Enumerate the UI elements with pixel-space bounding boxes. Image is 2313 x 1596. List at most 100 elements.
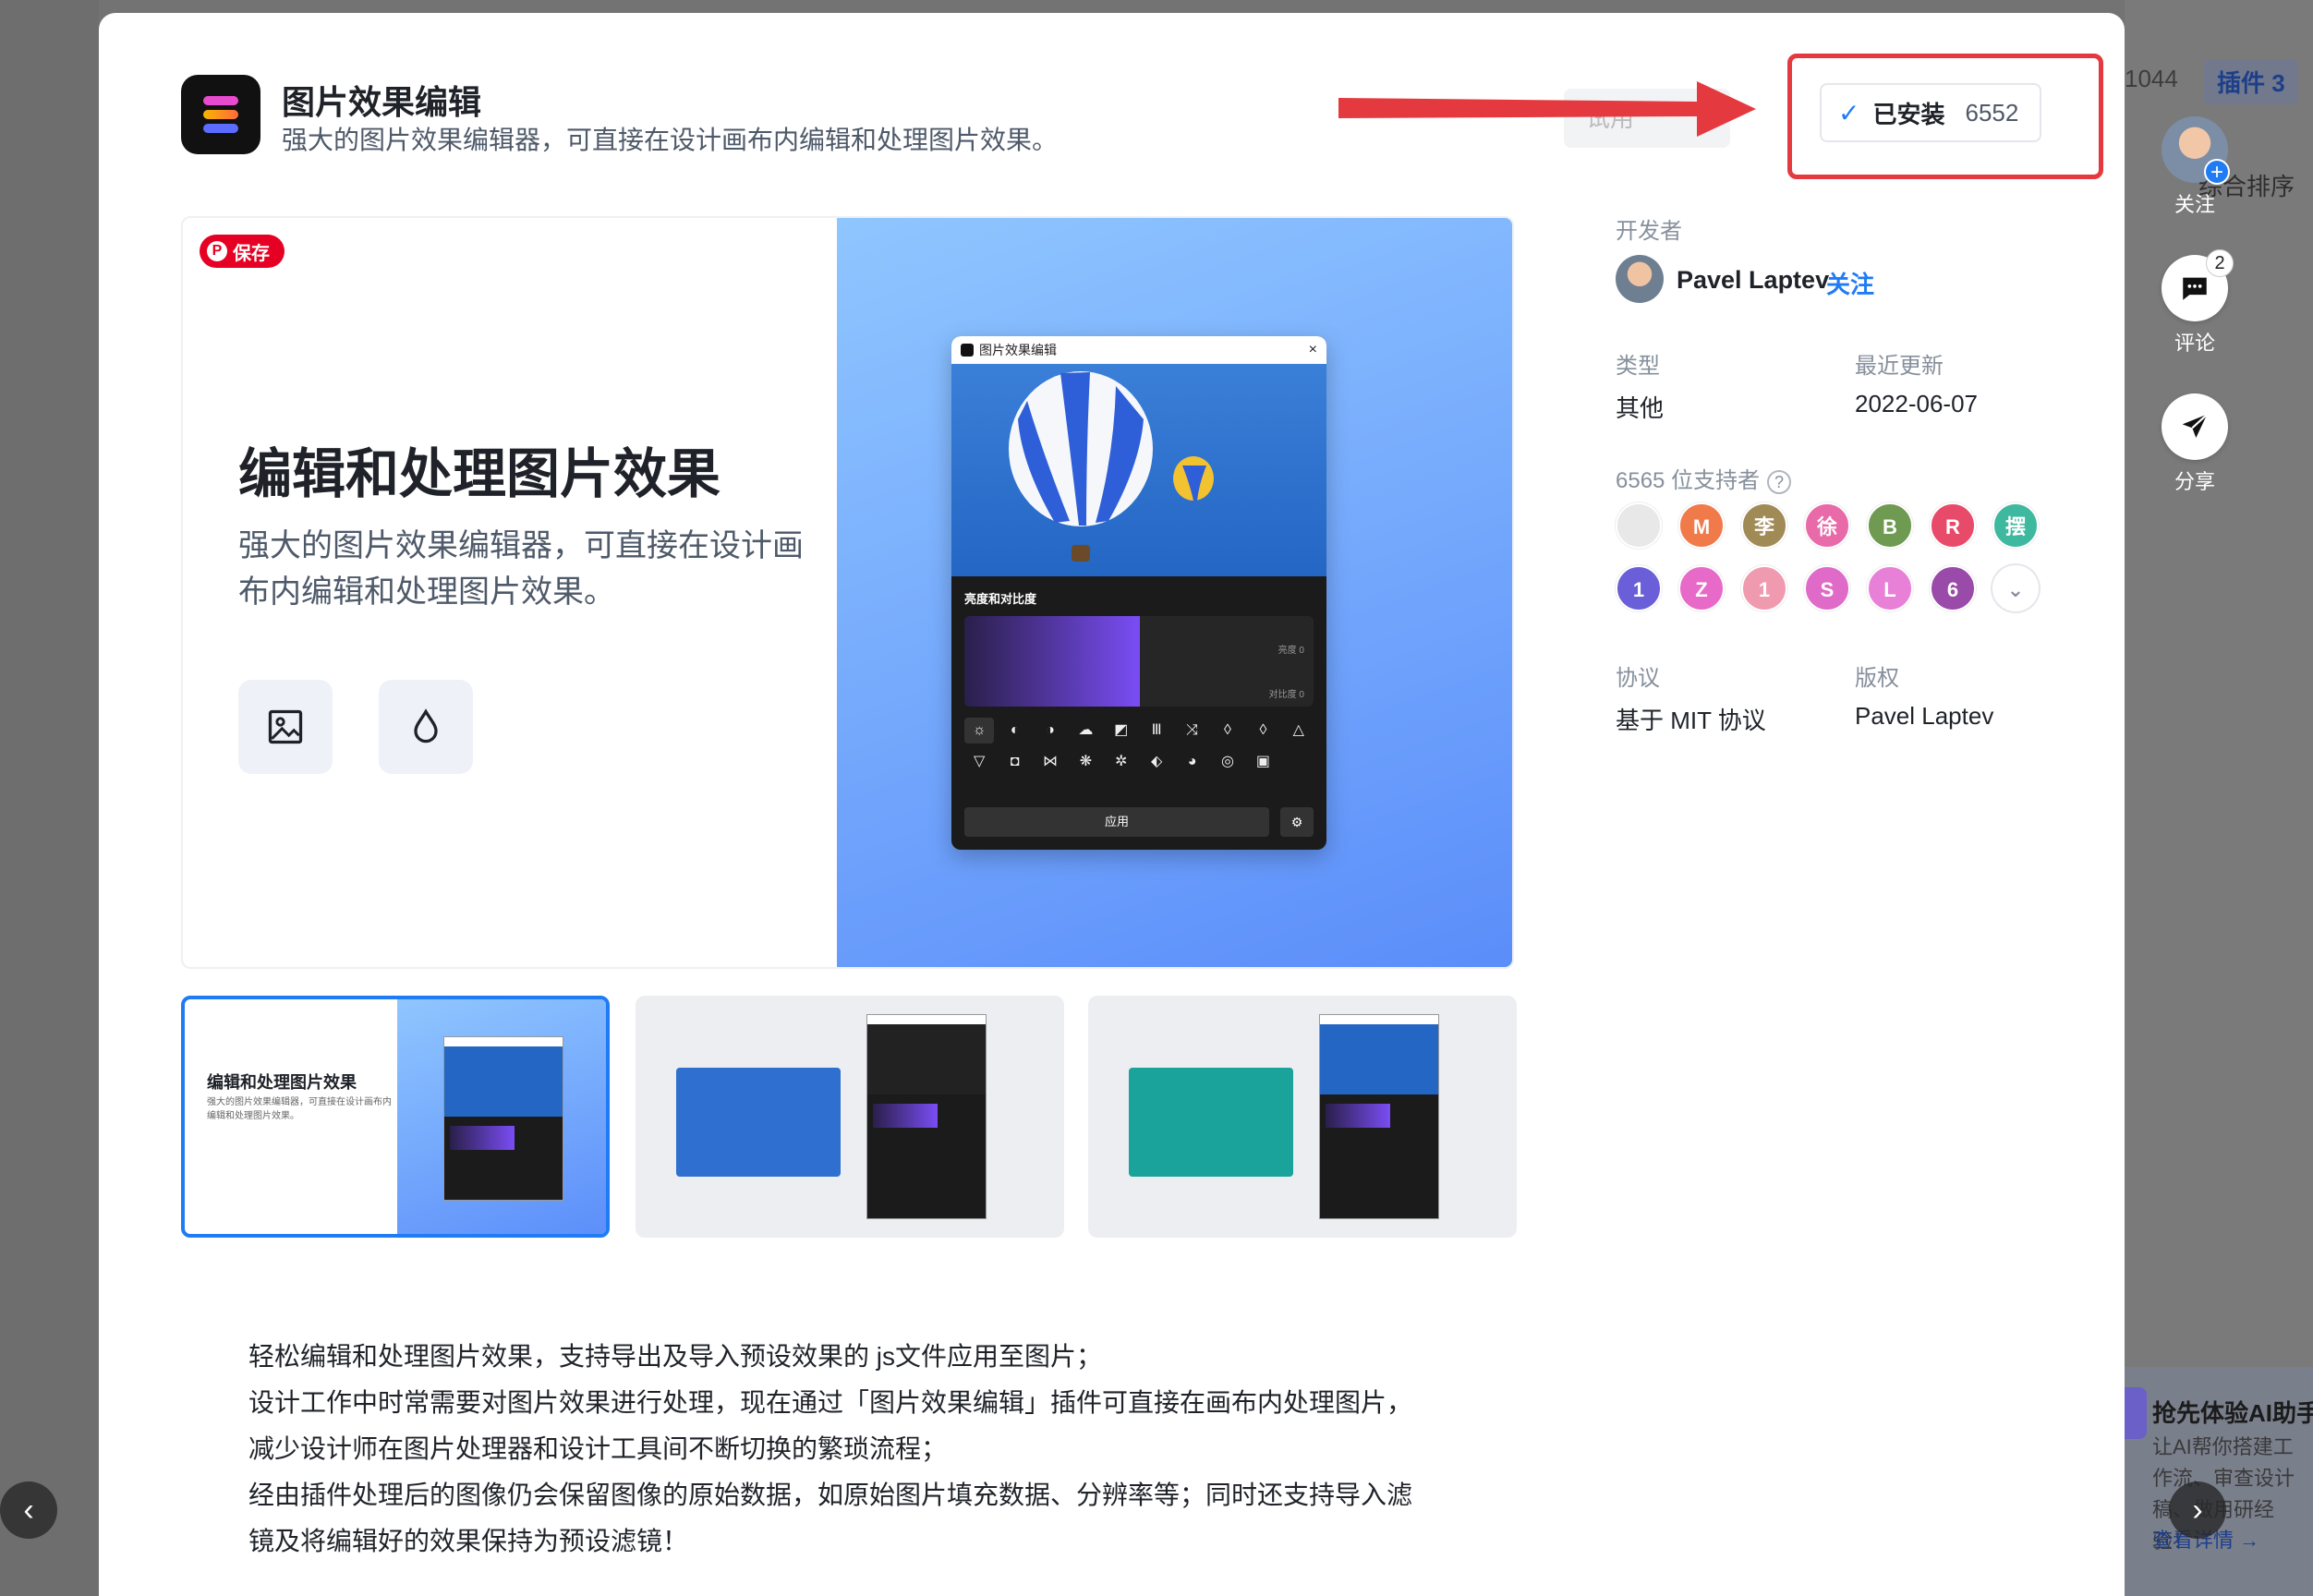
supporters-avatars: M 李徐 B R 摆 1 Z 1 S L 6 ⌄ bbox=[1616, 502, 2041, 611]
thumbnail-subtitle: 强大的图片效果编辑器，可直接在设计画布内编辑和处理图片效果。 bbox=[207, 1097, 392, 1121]
effect-icon[interactable]: ◘ bbox=[999, 749, 1029, 775]
description-line: 设计工作中时常需要对图片效果进行处理，现在通过「图片效果编辑」插件可直接在画布内… bbox=[248, 1388, 1413, 1417]
side-actions: + 关注 2 评论 分享 bbox=[2158, 116, 2234, 532]
thumbnail-window bbox=[866, 1014, 987, 1219]
plugin-subtitle: 强大的图片效果编辑器，可直接在设计画布内编辑和处理图片效果。 bbox=[282, 126, 1059, 154]
effect-icon[interactable]: ◑ bbox=[1035, 718, 1065, 744]
effect-icon[interactable]: ✲ bbox=[1107, 749, 1136, 775]
thumbnail-window bbox=[1319, 1014, 1439, 1219]
effect-icon[interactable]: ⬖ bbox=[1142, 749, 1171, 775]
effect-icon[interactable]: ◩ bbox=[1107, 718, 1136, 744]
effect-icon[interactable]: ❋ bbox=[1071, 749, 1100, 775]
thumbnail-photo bbox=[1129, 1068, 1293, 1177]
pinterest-icon: P bbox=[207, 241, 227, 261]
prev-arrow-icon[interactable]: ‹ bbox=[0, 1481, 57, 1539]
preview-subtitle: 强大的图片效果编辑器，可直接在设计画布内编辑和处理图片效果。 bbox=[238, 528, 804, 610]
close-icon: × bbox=[1308, 342, 1317, 357]
effect-icon[interactable]: ☼ bbox=[964, 718, 995, 744]
ai-assistant-card[interactable]: 抢先体验AI助手 让AI帮你搭建工作流、审查设计稿、做用研经验！ 查看详情 → bbox=[2125, 1367, 2313, 1596]
effect-icons-grid: ☼ ◐ ◑ ☁ ◩ Ⅲ ⤨ ◊ ◊ △ ▽ ◘ ⋈ ❋ ✲ ⬖ ◕ ◎ ▣ bbox=[951, 707, 1326, 775]
effect-icon[interactable]: ◊ bbox=[1248, 718, 1278, 744]
developer-follow-button[interactable]: 关注 bbox=[1826, 266, 1874, 300]
effect-icon[interactable]: ◎ bbox=[1213, 749, 1242, 775]
type-value: 其他 bbox=[1616, 394, 1665, 422]
background-tab-plugins[interactable]: 插件 3 bbox=[2204, 59, 2298, 104]
supporters-count-text: 6565 位支持者 bbox=[1616, 468, 1761, 493]
help-icon[interactable]: ? bbox=[1767, 469, 1792, 494]
effect-icon[interactable]: ▽ bbox=[964, 749, 994, 775]
follow-action[interactable]: + 关注 bbox=[2158, 116, 2232, 218]
next-arrow-icon[interactable]: › bbox=[2169, 1481, 2226, 1539]
developer-avatar[interactable] bbox=[1616, 255, 1664, 303]
drop-tile bbox=[379, 680, 473, 774]
license-value: 基于 MIT 协议 bbox=[1616, 707, 1766, 734]
pinterest-save-button[interactable]: P 保存 bbox=[200, 235, 285, 268]
brightness-contrast-slider[interactable]: 亮度 0 对比度 0 bbox=[964, 616, 1314, 707]
description-line: 经由插件处理后的图像仍会保留图像的原始数据，如原始图片填充数据、分辨率等；同时还… bbox=[248, 1481, 1413, 1509]
developer-label: 开发者 bbox=[1616, 219, 1682, 244]
highlight-box-annotation bbox=[1787, 54, 2103, 179]
supporter-avatar[interactable]: 1 bbox=[1616, 565, 1662, 611]
plus-icon: + bbox=[2204, 159, 2230, 185]
save-label: 保存 bbox=[233, 243, 270, 264]
effect-icon[interactable]: Ⅲ bbox=[1142, 718, 1171, 744]
contrast-label: 对比度 0 bbox=[1268, 690, 1304, 700]
effect-icon[interactable]: ◐ bbox=[999, 718, 1029, 744]
mini-window-title: 图片效果编辑 bbox=[979, 343, 1057, 357]
thumbnail-2[interactable] bbox=[636, 996, 1064, 1238]
plugin-title: 图片效果编辑 bbox=[282, 83, 482, 121]
supporter-avatar[interactable]: Z bbox=[1678, 565, 1725, 611]
supporter-avatar[interactable]: 李 bbox=[1741, 502, 1787, 549]
supporter-avatar[interactable] bbox=[1616, 502, 1662, 549]
share-action[interactable]: 分享 bbox=[2158, 393, 2232, 495]
updated-value: 2022-06-07 bbox=[1855, 390, 1978, 417]
background-left bbox=[0, 0, 99, 1596]
preview-image: P 保存 编辑和处理图片效果 强大的图片效果编辑器，可直接在设计画布内编辑和处理… bbox=[181, 216, 1514, 969]
supporter-avatar[interactable]: R bbox=[1930, 502, 1976, 549]
thumbnail-3[interactable] bbox=[1088, 996, 1517, 1238]
supporter-avatar[interactable]: L bbox=[1867, 565, 1913, 611]
background-tab-count[interactable]: 1044 bbox=[2125, 65, 2178, 93]
image-icon bbox=[268, 709, 303, 744]
chevron-down-icon[interactable]: ⌄ bbox=[1992, 565, 2039, 611]
share-icon bbox=[2182, 413, 2209, 438]
drop-icon bbox=[414, 708, 438, 744]
supporter-avatar[interactable]: 6 bbox=[1930, 565, 1976, 611]
plugin-detail-modal: 图片效果编辑 强大的图片效果编辑器，可直接在设计画布内编辑和处理图片效果。 试用… bbox=[99, 13, 2125, 1596]
settings-sliders-icon[interactable]: ⚙ bbox=[1280, 807, 1314, 837]
plugin-app-icon bbox=[181, 75, 260, 154]
balloon-photo bbox=[951, 364, 1326, 576]
comment-label: 评论 bbox=[2174, 332, 2215, 355]
mini-plugin-window: 图片效果编辑 × 亮度和对比度 亮度 0 对比度 0 ☼ ◐ ◑ ☁ ◩ Ⅲ ⤨… bbox=[951, 336, 1326, 850]
mini-apply-button[interactable]: 应用 bbox=[964, 807, 1269, 837]
effect-icon[interactable]: ⤨ bbox=[1177, 718, 1206, 744]
thumbnail-1[interactable]: 编辑和处理图片效果 强大的图片效果编辑器，可直接在设计画布内编辑和处理图片效果。 bbox=[181, 996, 610, 1238]
comment-count-badge: 2 bbox=[2206, 249, 2234, 277]
supporter-avatar[interactable]: S bbox=[1804, 565, 1850, 611]
thumbnail-title: 编辑和处理图片效果 bbox=[207, 1073, 357, 1092]
mini-app-icon bbox=[961, 344, 974, 357]
image-tile bbox=[238, 680, 333, 774]
effect-icon[interactable]: ▣ bbox=[1248, 749, 1278, 775]
thumbnail-photo bbox=[676, 1068, 841, 1177]
description-line: 镜及将编辑好的效果保持为预设滤镜！ bbox=[248, 1527, 689, 1555]
effect-icon[interactable]: △ bbox=[1284, 718, 1314, 744]
effect-icon[interactable]: ◊ bbox=[1213, 718, 1242, 744]
comment-icon bbox=[2183, 277, 2207, 300]
copyright-label: 版权 bbox=[1855, 666, 1899, 691]
comment-action[interactable]: 2 评论 bbox=[2158, 249, 2234, 357]
developer-name[interactable]: Pavel Laptev bbox=[1677, 266, 1829, 295]
preview-heading: 编辑和处理图片效果 bbox=[238, 444, 721, 504]
author-avatar[interactable]: + bbox=[2162, 116, 2230, 185]
supporter-avatar[interactable]: B bbox=[1867, 502, 1913, 549]
ai-card-title: 抢先体验AI助手 bbox=[2152, 1399, 2313, 1427]
supporters-label: 6565 位支持者? bbox=[1616, 462, 1792, 494]
copyright-value: Pavel Laptev bbox=[1855, 702, 1994, 730]
supporter-avatar[interactable]: M bbox=[1678, 502, 1725, 549]
supporter-avatar[interactable]: 摆 bbox=[1992, 502, 2039, 549]
effect-icon[interactable]: ⋈ bbox=[1035, 749, 1065, 775]
supporter-avatar[interactable]: 1 bbox=[1741, 565, 1787, 611]
supporter-avatar[interactable]: 徐 bbox=[1804, 502, 1850, 549]
effect-icon[interactable]: ☁ bbox=[1071, 718, 1100, 744]
effect-icon[interactable]: ◕ bbox=[1177, 749, 1206, 775]
